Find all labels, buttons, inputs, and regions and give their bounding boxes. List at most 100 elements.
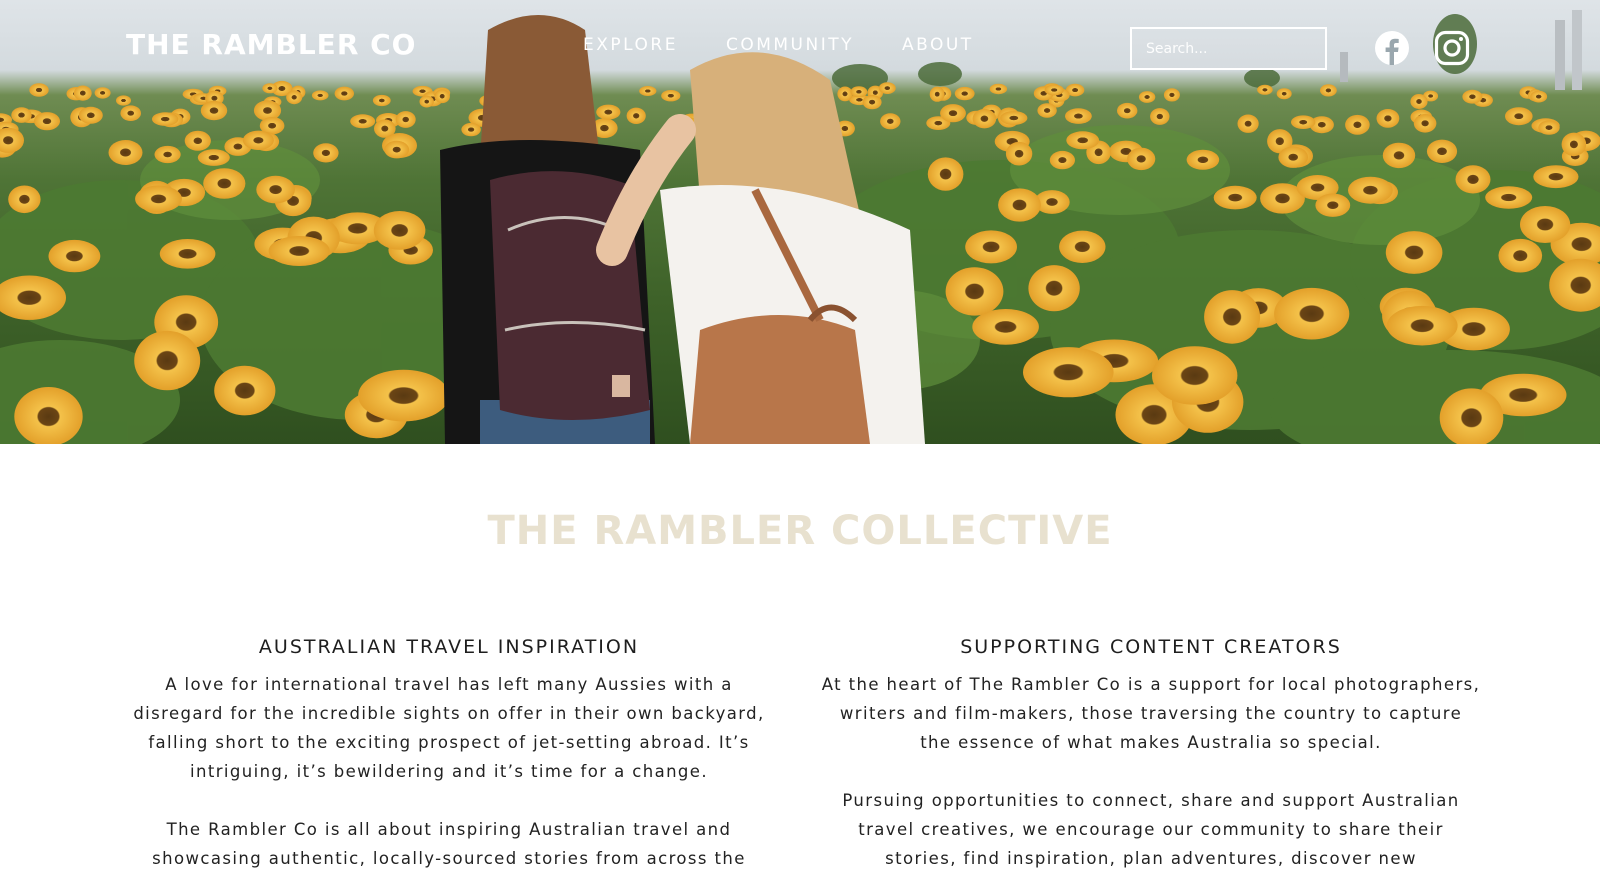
sunflower xyxy=(200,100,228,121)
sunflower xyxy=(1127,147,1156,171)
sunflower xyxy=(1213,185,1257,210)
sunflower xyxy=(989,83,1008,95)
sunflower xyxy=(29,83,49,97)
sunflower xyxy=(1044,84,1064,96)
sunflower xyxy=(372,94,391,107)
sunflower xyxy=(1150,108,1170,125)
nav-community[interactable]: COMMUNITY xyxy=(726,35,854,55)
sunflower xyxy=(1455,165,1491,194)
sunflower xyxy=(1152,346,1238,405)
sunflower xyxy=(862,94,882,110)
sunflower-field-photo xyxy=(0,10,1600,444)
sunflower xyxy=(596,104,621,120)
sunflower xyxy=(1315,193,1351,217)
sunflower xyxy=(1005,141,1033,166)
sunflower xyxy=(11,107,32,123)
sunflower xyxy=(940,104,966,123)
sunflower xyxy=(837,86,853,102)
sunflower xyxy=(850,86,868,98)
sunflower xyxy=(358,369,450,422)
sunflower xyxy=(108,140,143,165)
sunflower xyxy=(1386,305,1458,346)
sunflower xyxy=(286,90,303,105)
sunflower xyxy=(1376,109,1400,128)
sunflower xyxy=(197,149,230,166)
sunflower xyxy=(184,130,211,151)
sunflower xyxy=(1462,89,1483,104)
sunflower xyxy=(159,239,216,269)
sunflower xyxy=(461,122,481,137)
sunflower xyxy=(373,211,426,250)
sunflower xyxy=(880,113,901,130)
search-input[interactable] xyxy=(1130,27,1327,70)
sunflower xyxy=(268,236,330,266)
sunflower xyxy=(1485,186,1533,209)
sunflower xyxy=(945,267,1004,316)
sunflower xyxy=(1186,149,1220,170)
column-heading: AUSTRALIAN TRAVEL INSPIRATION xyxy=(258,636,640,658)
sunflower xyxy=(1257,84,1273,95)
sunflower xyxy=(8,185,41,214)
facebook-icon[interactable] xyxy=(1374,30,1410,66)
sunflower xyxy=(1320,84,1337,97)
column-paragraph: A love for international travel has left… xyxy=(133,675,765,781)
sunflower xyxy=(1065,108,1092,124)
sunflower xyxy=(154,145,181,164)
sunflower xyxy=(1413,114,1437,133)
sunflower xyxy=(135,185,182,213)
nav-about[interactable]: ABOUT xyxy=(902,35,974,55)
sunflower xyxy=(1037,103,1057,118)
sunflower xyxy=(134,330,201,391)
sunflower xyxy=(334,86,354,101)
sunflower xyxy=(0,127,24,153)
sunflower xyxy=(1117,102,1138,119)
sunflower xyxy=(1049,150,1075,170)
sunflower xyxy=(34,112,60,131)
sunflower xyxy=(1530,90,1548,103)
sunflower xyxy=(1538,120,1560,135)
nav-explore[interactable]: EXPLORE xyxy=(583,35,678,55)
site-logo[interactable]: THE RAMBLER CO xyxy=(126,28,416,61)
sunflower xyxy=(262,83,278,94)
sunflower xyxy=(1410,94,1428,109)
sunflower xyxy=(1561,132,1587,157)
sunflower xyxy=(954,86,975,101)
column-paragraph: At the heart of The Rambler Co is a supp… xyxy=(821,675,1481,752)
sunflower xyxy=(1505,107,1533,126)
sunflower xyxy=(1274,287,1350,340)
sunflower xyxy=(1163,88,1180,102)
sunflower xyxy=(1291,115,1316,129)
sunflower xyxy=(214,365,276,416)
sunflower xyxy=(152,112,179,126)
sunflower xyxy=(313,143,339,163)
sunflower xyxy=(350,114,376,129)
sunflower xyxy=(48,239,101,273)
section-title: THE RAMBLER COLLECTIVE xyxy=(487,508,1113,554)
sunflower xyxy=(1059,230,1106,263)
sunflower xyxy=(1237,114,1259,133)
sunflower xyxy=(998,188,1041,222)
sunflower xyxy=(929,86,945,102)
sunflower xyxy=(1204,290,1261,344)
sunflower xyxy=(242,130,274,150)
sunflower xyxy=(1276,88,1292,100)
instagram-icon[interactable] xyxy=(1434,30,1470,66)
sunflower xyxy=(1028,265,1080,312)
sunflower xyxy=(972,109,997,129)
sunflower xyxy=(14,387,83,444)
sunflower xyxy=(1533,165,1579,189)
hero-image: THE RAMBLER CO EXPLORE COMMUNITY ABOUT xyxy=(0,0,1600,444)
sunflower xyxy=(1382,142,1416,169)
sunflower xyxy=(1023,347,1114,398)
column-heading: SUPPORTING CONTENT CREATORS xyxy=(960,636,1342,658)
traveler-right xyxy=(596,52,925,444)
column-content-creators: SUPPORTING CONTENT CREATORS At the heart… xyxy=(821,636,1481,887)
sunflower xyxy=(1426,139,1458,163)
sunflower xyxy=(1520,206,1571,243)
column-paragraph: The Rambler Co is all about inspiring Au… xyxy=(152,820,746,868)
main-nav: EXPLORE COMMUNITY ABOUT xyxy=(583,35,974,55)
sunflower xyxy=(1066,131,1100,150)
sunflower xyxy=(1138,91,1156,103)
sunflower xyxy=(639,86,657,96)
sunflower xyxy=(94,87,111,99)
